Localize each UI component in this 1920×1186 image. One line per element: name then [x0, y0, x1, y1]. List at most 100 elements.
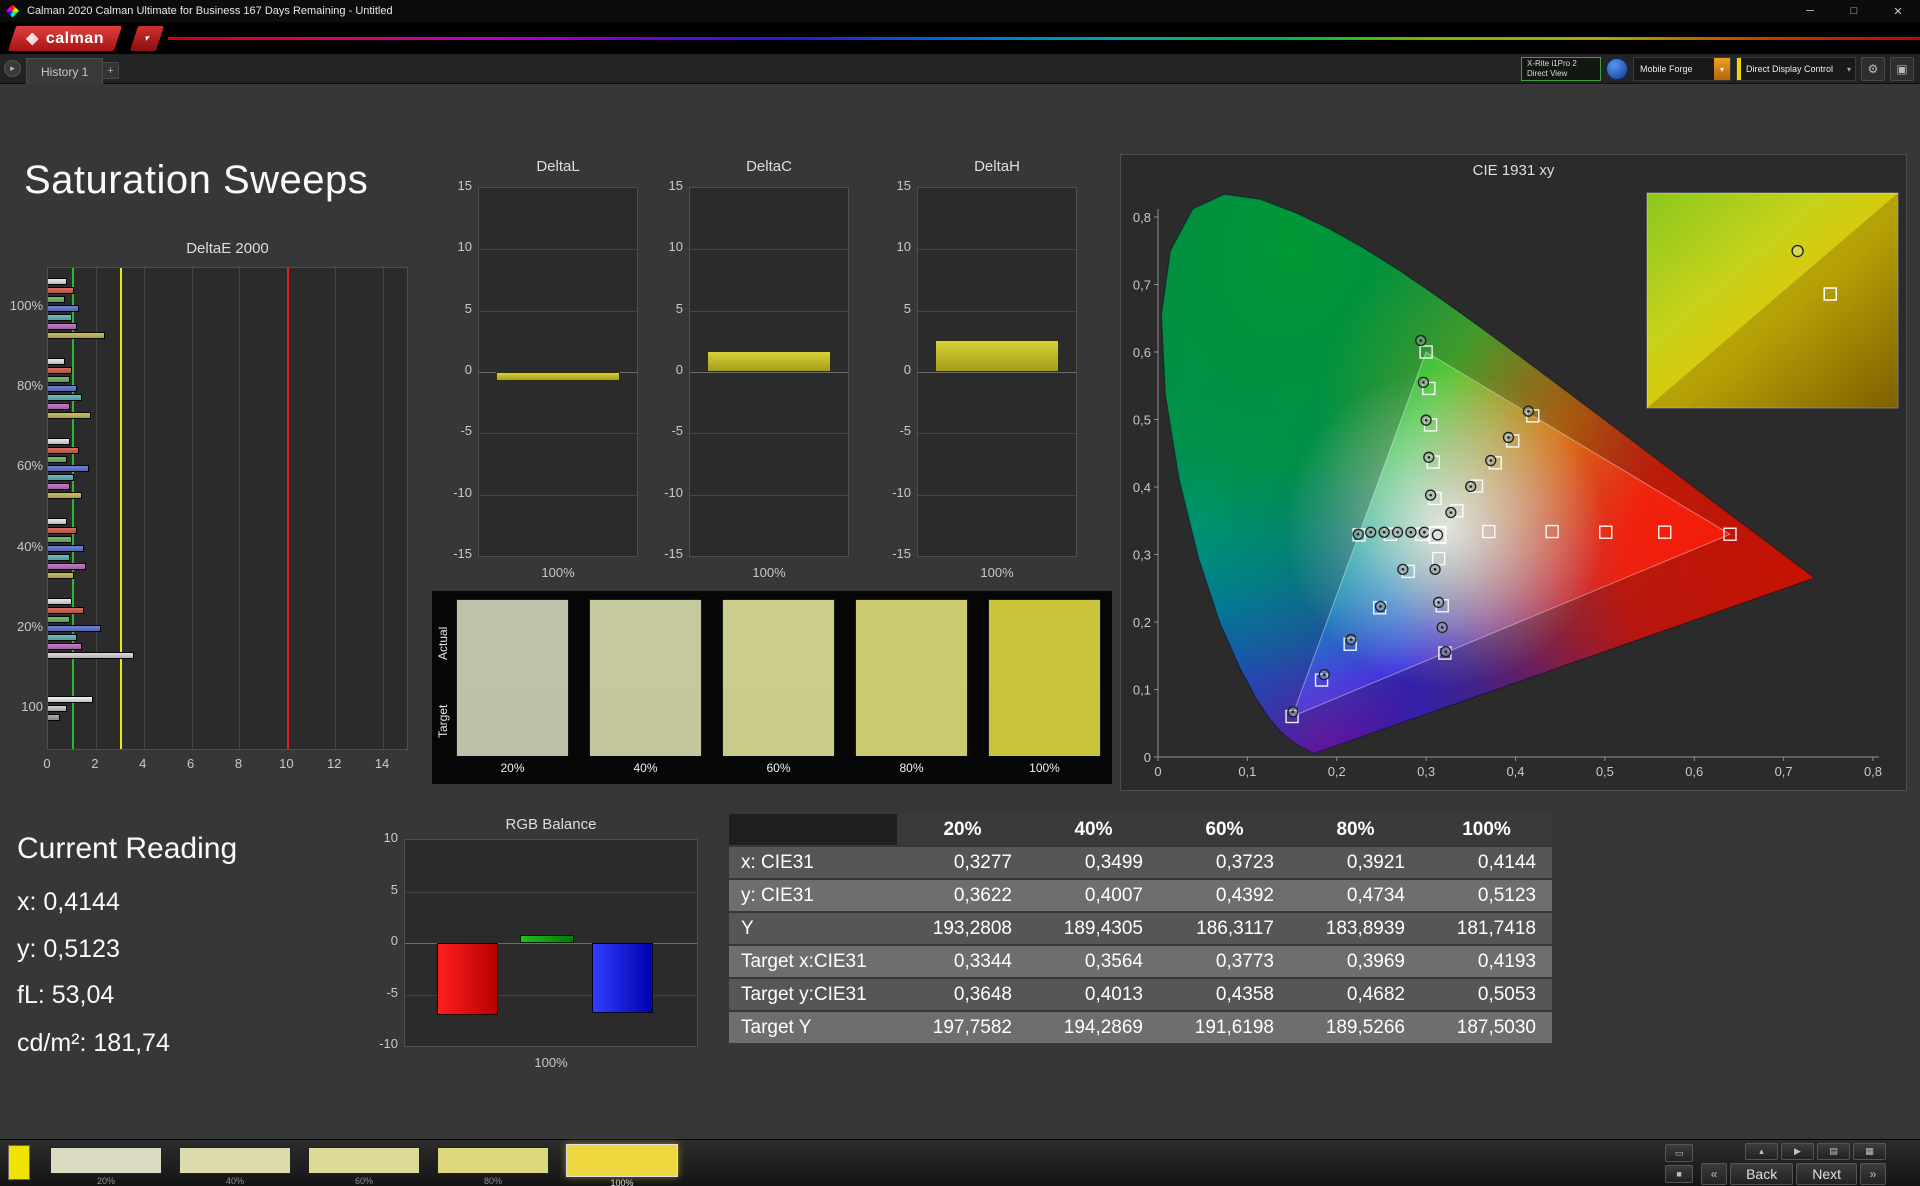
gridline — [690, 311, 848, 312]
grid-view-button[interactable]: ▦ — [1853, 1143, 1886, 1160]
back-button[interactable]: Back — [1730, 1163, 1793, 1185]
table-cell: 0,3499 — [1028, 847, 1159, 878]
delta-e-bar — [48, 643, 82, 650]
close-button[interactable]: ✕ — [1876, 0, 1920, 22]
y-tick-label: 10 — [879, 239, 911, 254]
x-tick-label: 14 — [368, 756, 396, 771]
table-cell: 189,5266 — [1290, 1012, 1421, 1043]
table-header-cell: 100% — [1421, 814, 1552, 845]
target-swatch — [457, 688, 568, 756]
actual-swatch — [457, 600, 568, 688]
meter-status-badge[interactable] — [1606, 58, 1628, 80]
play-button[interactable]: ▶ — [1781, 1143, 1814, 1160]
swatch-label: 60% — [722, 761, 835, 775]
table-cell: 189,4305 — [1028, 913, 1159, 944]
source-name: Mobile Forge — [1640, 64, 1693, 74]
delta-e-bar — [48, 598, 72, 605]
maximize-button[interactable]: □ — [1832, 0, 1876, 22]
table-row-label: Target x:CIE31 — [729, 946, 897, 977]
minimize-button[interactable]: ─ — [1788, 0, 1832, 22]
group-label: 60% — [1, 458, 43, 473]
pattern-window-button[interactable]: ▭ — [1665, 1144, 1693, 1162]
table-cell: 193,2808 — [897, 913, 1028, 944]
logo-menu-button[interactable]: ▾ — [130, 26, 164, 51]
table-cell: 181,7418 — [1421, 913, 1552, 944]
meter-selector[interactable]: X-Rite i1Pro 2 Direct View — [1521, 57, 1601, 81]
measured-marker-dot — [1323, 673, 1326, 676]
y-tick-label: -5 — [651, 423, 683, 438]
tab-label: History 1 — [41, 65, 88, 79]
swatch-100% — [988, 599, 1101, 755]
y-tick-label: 0,5 — [1133, 413, 1151, 428]
pattern-swatch-20%[interactable] — [50, 1147, 162, 1174]
source-selector[interactable]: Mobile Forge ▾ — [1633, 57, 1731, 81]
group-label: 80% — [1, 378, 43, 393]
measured-marker-dot — [1444, 650, 1447, 653]
stop-measure-button[interactable]: ■ — [1665, 1165, 1693, 1183]
page-title: Saturation Sweeps — [24, 158, 368, 203]
reference-line — [287, 268, 289, 749]
delta-e-bar — [48, 696, 93, 703]
settings-button[interactable]: ⚙ — [1861, 57, 1885, 81]
x-tick-label: 0,3 — [1417, 764, 1435, 779]
table-header-cell: 60% — [1159, 814, 1290, 845]
delta-e-bar — [48, 554, 70, 561]
reference-line — [120, 268, 122, 749]
actual-label: Actual — [436, 599, 450, 687]
report-button[interactable]: ▤ — [1817, 1143, 1850, 1160]
pattern-swatch-80%[interactable] — [437, 1147, 549, 1174]
tab-history-1[interactable]: History 1 — [26, 58, 103, 84]
table-cell: 0,3648 — [897, 979, 1028, 1010]
next-fast-button[interactable]: » — [1860, 1163, 1886, 1185]
current-reading-cdm2: cd/m²: 181,74 — [17, 1029, 170, 1058]
delta-e-bar — [48, 625, 101, 632]
back-fast-button[interactable]: « — [1701, 1163, 1727, 1185]
pattern-swatch-40%[interactable] — [179, 1147, 291, 1174]
device-cluster: X-Rite i1Pro 2 Direct View Mobile Forge … — [1521, 57, 1914, 81]
measured-marker-dot — [1402, 568, 1405, 571]
delta-e-bar — [48, 314, 72, 321]
measured-marker-dot — [1419, 339, 1422, 342]
actual-swatch — [590, 600, 701, 688]
y-tick-label: 0 — [440, 362, 472, 377]
measured-marker-dot — [1410, 531, 1413, 534]
measured-marker-dot — [1423, 531, 1426, 534]
gridline — [918, 433, 1076, 434]
measured-marker-dot — [1434, 568, 1437, 571]
table-cell: 191,6198 — [1159, 1012, 1290, 1043]
y-tick-label: -15 — [879, 546, 911, 561]
add-tab-button[interactable]: + — [102, 62, 119, 79]
maximize-icon: □ — [1851, 5, 1858, 17]
red-balance-bar — [437, 943, 498, 1015]
y-tick-label: -5 — [366, 985, 398, 1000]
actual-swatch — [723, 600, 834, 688]
calman-logo[interactable]: calman — [8, 26, 122, 51]
panel-toggle-button[interactable]: ▸ — [4, 60, 21, 77]
x-tick-label: 0,7 — [1775, 764, 1793, 779]
layout-button[interactable]: ▣ — [1890, 57, 1914, 81]
table-cell: 187,5030 — [1421, 1012, 1552, 1043]
pattern-swatch-label: 100% — [566, 1178, 678, 1186]
y-tick-label: -10 — [366, 1036, 398, 1051]
y-tick-label: 0,2 — [1133, 615, 1151, 630]
next-button[interactable]: Next — [1796, 1163, 1857, 1185]
chevron-right-icon: ▸ — [10, 63, 15, 74]
delta-e-bar — [48, 474, 74, 481]
measured-marker-dot — [1507, 436, 1510, 439]
table-cell: 0,3773 — [1159, 946, 1290, 977]
group-label: 40% — [1, 539, 43, 554]
table-cell: 0,4193 — [1421, 946, 1552, 977]
measured-marker-dot — [1369, 531, 1372, 534]
pattern-swatch-100%[interactable] — [566, 1144, 678, 1177]
pattern-swatch-60%[interactable] — [308, 1147, 420, 1174]
app-icon — [6, 5, 19, 18]
y-tick-label: 10 — [651, 239, 683, 254]
table-row-label: x: CIE31 — [729, 847, 897, 878]
gridline — [479, 495, 637, 496]
table-cell: 0,3921 — [1290, 847, 1421, 878]
monitor-icon: ▭ — [1675, 1148, 1684, 1159]
display-control-selector[interactable]: Direct Display Control ▾ — [1736, 57, 1856, 81]
eject-button[interactable]: ▴ — [1745, 1143, 1778, 1160]
measured-marker-dot — [1357, 533, 1360, 536]
swatch-40% — [589, 599, 702, 755]
